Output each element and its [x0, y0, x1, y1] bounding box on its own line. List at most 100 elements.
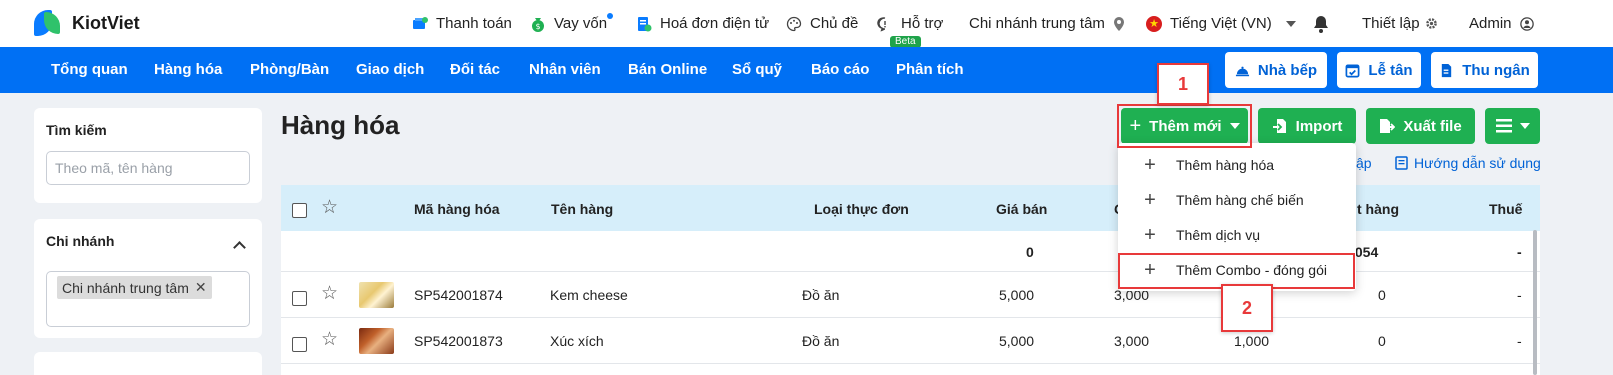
caret-down-icon — [1519, 123, 1530, 129]
notifications-button[interactable] — [1312, 14, 1330, 34]
search-panel: Tìm kiếm — [34, 108, 262, 203]
vietnam-flag-icon: ★ — [1146, 15, 1162, 32]
import-label: Import — [1295, 117, 1343, 135]
page-title: Hàng hóa — [281, 110, 400, 140]
loan-link[interactable]: $ Vay vốn — [530, 13, 614, 32]
branch-selector[interactable]: Chi nhánh trung tâm — [969, 15, 1125, 32]
payment-link[interactable]: Thanh toán — [412, 15, 512, 32]
row-checkbox[interactable] — [292, 337, 307, 352]
kiotviet-logo-icon — [34, 8, 64, 38]
branch-panel-title: Chi nhánh — [46, 233, 115, 249]
select-all-checkbox[interactable] — [292, 203, 307, 218]
add-processed-item[interactable]: + Thêm hàng chế biến — [1118, 182, 1356, 217]
header-menu-type[interactable]: Loại thực đơn — [814, 201, 909, 217]
chevron-down-icon — [1285, 20, 1296, 27]
search-input[interactable] — [46, 151, 250, 185]
add-service-item[interactable]: + Thêm dịch vụ — [1118, 217, 1356, 252]
bell-icon — [1314, 15, 1328, 33]
kitchen-button[interactable]: Nhà bếp — [1225, 52, 1327, 88]
support-link[interactable]: Hỗ trợ — [877, 15, 943, 32]
header-tax[interactable]: Thuế — [1489, 201, 1522, 217]
menu-overview[interactable]: Tổng quan — [51, 47, 128, 93]
reception-button[interactable]: Lễ tân — [1337, 52, 1421, 88]
theme-link[interactable]: Chủ đề — [786, 15, 858, 32]
product-order: 0 — [1378, 333, 1386, 349]
calendar-check-icon — [1345, 64, 1360, 77]
add-product-label: Thêm hàng hóa — [1176, 156, 1275, 173]
notification-dot — [607, 13, 614, 19]
callout-step-2: 2 — [1221, 284, 1273, 332]
svg-text:$: $ — [535, 22, 540, 31]
palette-icon — [786, 16, 802, 31]
add-product-item[interactable]: + Thêm hàng hóa — [1118, 147, 1356, 182]
brand-name: KiotViet — [72, 12, 140, 33]
plus-icon: + — [1144, 223, 1156, 246]
chat-icon — [877, 16, 886, 32]
product-code[interactable]: SP542001873 — [414, 333, 503, 349]
menu-employees[interactable]: Nhân viên — [529, 47, 601, 93]
loan-label: Vay vốn — [554, 13, 614, 32]
product-menu-type: Đồ ăn — [802, 333, 840, 349]
header-price[interactable]: Giá bán — [996, 201, 1047, 217]
einvoice-link[interactable]: Hoá đơn điện tử — [636, 15, 769, 32]
header-name[interactable]: Tên hàng — [551, 201, 613, 217]
callout-step-1: 1 — [1157, 63, 1209, 105]
product-name: Xúc xích — [550, 333, 604, 349]
row-checkbox[interactable] — [292, 291, 307, 306]
menu-transactions[interactable]: Giao dịch — [356, 47, 424, 93]
column-view-button[interactable] — [1485, 108, 1540, 144]
settings-link[interactable]: Thiết lập — [1362, 15, 1438, 32]
list-columns-icon — [1495, 119, 1512, 133]
filter-panel — [34, 352, 262, 375]
user-guide-link[interactable]: Hướng dẫn sử dụng — [1395, 155, 1541, 171]
menu-cashbook[interactable]: Sổ quỹ — [732, 47, 782, 93]
branch-multiselect[interactable]: Chi nhánh trung tâm ✕ — [46, 271, 250, 327]
cashier-button[interactable]: Thu ngân — [1431, 52, 1538, 88]
summary-price: 0 — [1026, 244, 1034, 260]
product-code[interactable]: SP542001874 — [414, 287, 503, 303]
einvoice-label: Hoá đơn điện tử — [660, 15, 770, 32]
plus-icon: + — [1144, 188, 1156, 211]
star-icon[interactable]: ☆ — [321, 198, 338, 217]
main-menu-bar: Tổng quan Hàng hóa Phòng/Bàn Giao dịch Đ… — [0, 47, 1613, 93]
support-label: Hỗ trợ — [901, 15, 944, 32]
menu-rooms-tables[interactable]: Phòng/Bàn — [250, 47, 329, 93]
header-code[interactable]: Mã hàng hóa — [414, 201, 500, 217]
chevron-up-icon[interactable] — [233, 241, 246, 254]
money-bag-icon: $ — [532, 17, 544, 32]
table-scrollbar[interactable] — [1533, 230, 1537, 375]
export-button[interactable]: Xuất file — [1366, 108, 1475, 144]
settings-label: Thiết lập — [1362, 15, 1420, 32]
branch-tag: Chi nhánh trung tâm ✕ — [57, 276, 212, 299]
payment-label: Thanh toán — [436, 15, 512, 32]
add-processed-label: Thêm hàng chế biến — [1176, 191, 1304, 208]
import-button[interactable]: Import — [1258, 108, 1356, 144]
theme-label: Chủ đề — [810, 15, 859, 32]
invoice-icon — [638, 16, 652, 31]
top-bar: KiotViet Thanh toán $ Vay vốn Hoá đơn đi… — [0, 0, 1613, 48]
user-menu[interactable]: Admin — [1469, 15, 1534, 32]
header-order[interactable]: t hàng — [1357, 201, 1399, 217]
product-menu-type: Đồ ăn — [802, 287, 840, 303]
menu-analytics[interactable]: Phân tích — [896, 47, 964, 93]
language-selector[interactable]: ★ Tiếng Việt (VN) — [1146, 15, 1296, 32]
product-order: 0 — [1378, 287, 1386, 303]
close-icon[interactable]: ✕ — [195, 279, 207, 296]
logo[interactable]: KiotViet — [34, 8, 140, 38]
menu-online-sales[interactable]: Bán Online — [628, 47, 707, 93]
user-icon — [1519, 16, 1534, 31]
star-icon[interactable]: ☆ — [321, 330, 338, 349]
star-icon[interactable]: ☆ — [321, 284, 338, 303]
table-row[interactable]: ☆ SP542001873 Xúc xích Đồ ăn 5,000 3,000… — [281, 318, 1540, 364]
export-label: Xuất file — [1403, 117, 1462, 135]
book-icon — [1395, 156, 1408, 170]
menu-products[interactable]: Hàng hóa — [154, 47, 222, 93]
gear-icon — [1425, 18, 1437, 29]
kitchen-label: Nhà bếp — [1257, 61, 1318, 79]
menu-partners[interactable]: Đối tác — [450, 47, 500, 93]
partial-link[interactable]: ập — [1356, 155, 1372, 171]
menu-reports[interactable]: Báo cáo — [811, 47, 869, 93]
plus-icon: + — [1144, 153, 1156, 176]
search-panel-title: Tìm kiếm — [46, 122, 107, 138]
product-thumbnail — [359, 282, 394, 308]
